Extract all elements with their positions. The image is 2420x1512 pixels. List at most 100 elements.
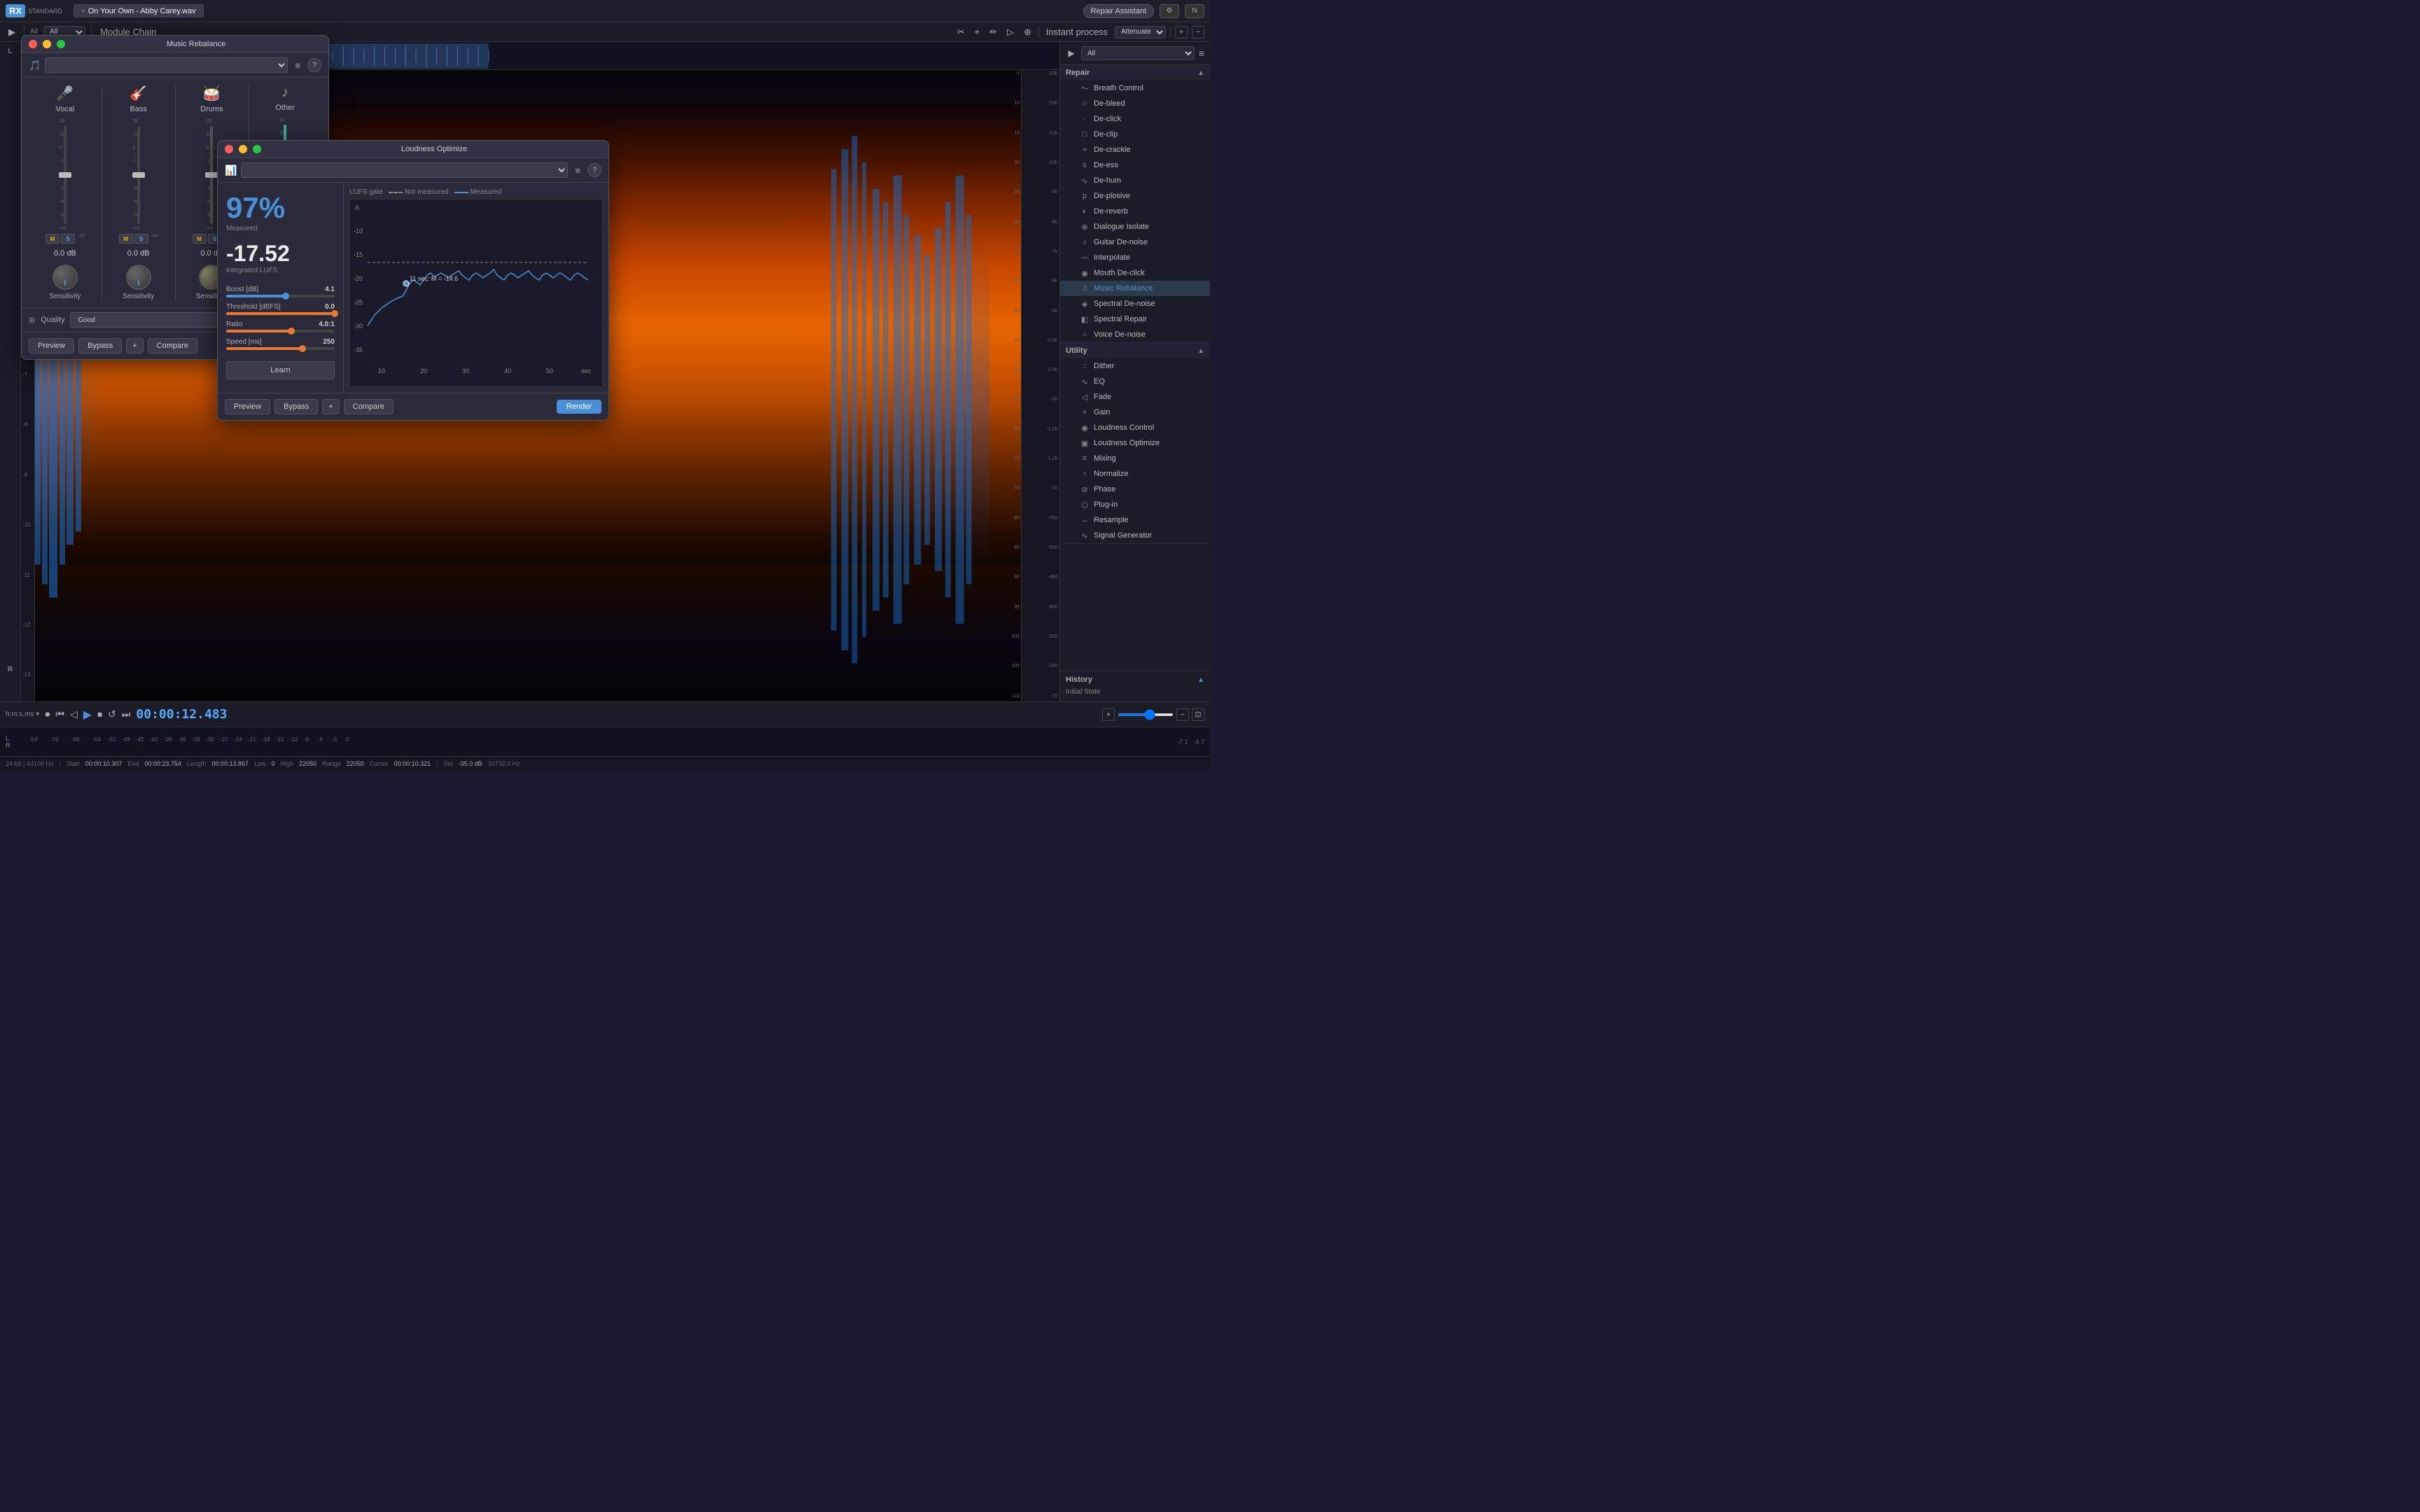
sidebar-item[interactable]: ◐ De-reverb	[1060, 204, 1210, 219]
mr-preset-menu-btn[interactable]: ≡	[292, 59, 303, 72]
mr-close-btn[interactable]	[29, 40, 37, 48]
lo-help-btn[interactable]: ?	[587, 163, 601, 177]
instant-process-select[interactable]: Attenuate	[1115, 26, 1166, 38]
lo-close-btn[interactable]	[225, 145, 233, 153]
transport-loop-btn[interactable]: ↺	[108, 708, 116, 720]
speed-slider-thumb[interactable]	[299, 345, 306, 352]
sidebar-section-utility-header[interactable]: Utility ▲	[1060, 343, 1210, 358]
sidebar-item[interactable]: ∿ EQ	[1060, 374, 1210, 389]
boost-slider-thumb[interactable]	[282, 293, 289, 300]
sidebar-item[interactable]: ≈ De-crackle	[1060, 142, 1210, 158]
vocal-sensitivity-knob[interactable]	[53, 265, 78, 290]
sidebar-item[interactable]: □ De-clip	[1060, 127, 1210, 142]
tool-lasso-btn[interactable]: ⌖	[972, 25, 982, 39]
zoom-fit-btn[interactable]: ⊡	[1192, 708, 1204, 721]
sidebar-menu-btn[interactable]: ≡	[1199, 48, 1204, 59]
sidebar-item[interactable]: ♪ Guitar De-noise	[1060, 234, 1210, 250]
bass-fader-handle[interactable]	[132, 172, 145, 178]
sidebar-item[interactable]: ▣ Loudness Optimize	[1060, 435, 1210, 451]
threshold-slider-thumb[interactable]	[331, 310, 338, 317]
tool-play-btn[interactable]: ▷	[1004, 25, 1017, 39]
transport-record-btn[interactable]: ⏺	[45, 708, 50, 720]
learn-btn[interactable]: Learn	[226, 361, 335, 379]
transport-play-btn[interactable]: ▶	[83, 708, 92, 722]
lo-preview-btn[interactable]: Preview	[225, 399, 270, 414]
mr-preset-select[interactable]	[45, 57, 288, 73]
zoom-out-vert-btn[interactable]: −	[1176, 708, 1189, 721]
drums-fader-track[interactable]	[210, 126, 213, 224]
sidebar-item[interactable]: · De-click	[1060, 111, 1210, 127]
sidebar-item[interactable]: ⊘ Phase	[1060, 482, 1210, 497]
bass-sensitivity-knob[interactable]	[126, 265, 151, 290]
sidebar-item[interactable]: ⊕ Dialogue Isolate	[1060, 219, 1210, 234]
sidebar-item[interactable]: ↑ Normalize	[1060, 466, 1210, 482]
sidebar-item[interactable]: ◉ Mouth De-click	[1060, 265, 1210, 281]
ratio-slider-thumb[interactable]	[288, 328, 295, 335]
sidebar-item[interactable]: ≡ Mixing	[1060, 451, 1210, 466]
transport-back-btn[interactable]: ◁	[70, 708, 78, 720]
sidebar-item[interactable]: ↔ Resample	[1060, 512, 1210, 528]
sidebar-item active[interactable]: ♫ Music Rebalance	[1060, 281, 1210, 296]
zoom-in-vert-btn[interactable]: +	[1102, 708, 1115, 721]
time-format-selector[interactable]: h:m:s.ms ▾	[6, 710, 39, 718]
lo-minimize-btn[interactable]	[239, 145, 247, 153]
lo-maximize-btn[interactable]	[253, 145, 261, 153]
bass-solo-btn[interactable]: S	[134, 234, 148, 244]
sidebar-item[interactable]: 〜 Breath Control	[1060, 80, 1210, 96]
sidebar-item[interactable]: ◈ Spectral De-noise	[1060, 296, 1210, 312]
sidebar-section-repair-header[interactable]: Repair ▲	[1060, 65, 1210, 80]
tool-paint-btn[interactable]: ✏	[987, 25, 1000, 39]
threshold-slider-track[interactable]	[226, 312, 335, 315]
sidebar-item[interactable]: :: Dither	[1060, 358, 1210, 374]
sidebar-item[interactable]: ⬡ Plug-in	[1060, 497, 1210, 512]
tab-close-icon[interactable]: ×	[81, 8, 85, 15]
vocal-mute-btn[interactable]: M	[46, 234, 60, 244]
lo-compare-btn[interactable]: Compare	[344, 399, 394, 414]
ratio-slider-track[interactable]	[226, 330, 335, 332]
repair-assistant-button[interactable]: Repair Assistant	[1083, 4, 1154, 18]
lo-plus-btn[interactable]: +	[322, 399, 339, 414]
transport-stop-btn[interactable]: ⏹	[97, 708, 102, 720]
sidebar-item[interactable]: ○ De-bleed	[1060, 96, 1210, 111]
lo-render-btn[interactable]: Render	[557, 400, 601, 414]
bass-fader-track[interactable]	[137, 126, 140, 224]
lo-preset-menu-btn[interactable]: ≡	[572, 164, 583, 177]
sidebar-item[interactable]: ◁ Fade	[1060, 389, 1210, 405]
mr-compare-btn[interactable]: Compare	[148, 338, 197, 354]
lo-preset-select[interactable]	[241, 162, 568, 178]
mr-minimize-btn[interactable]	[43, 40, 51, 48]
vocal-solo-btn[interactable]: S	[61, 234, 75, 244]
zoom-slider[interactable]	[1118, 713, 1174, 716]
history-expand-btn[interactable]: ▲	[1197, 676, 1204, 684]
mr-preview-btn[interactable]: Preview	[29, 338, 74, 354]
drums-mute-btn[interactable]: M	[193, 234, 207, 244]
mr-bypass-btn[interactable]: Bypass	[78, 338, 122, 354]
bass-mute-btn[interactable]: M	[119, 234, 133, 244]
play-range-btn[interactable]: ▶	[6, 25, 18, 39]
sidebar-item[interactable]: ∿ Signal Generator	[1060, 528, 1210, 543]
active-tab[interactable]: × On Your Own - Abby Carey.wav	[74, 4, 204, 18]
mr-maximize-btn[interactable]	[57, 40, 65, 48]
vocal-fader-handle[interactable]	[59, 172, 71, 178]
tool-zoom-btn[interactable]: ⊕	[1021, 25, 1034, 39]
sidebar-item[interactable]: ○ Voice De-noise	[1060, 327, 1210, 342]
zoom-in-btn[interactable]: +	[1175, 26, 1188, 38]
drums-fader-handle[interactable]	[205, 172, 218, 178]
boost-slider-track[interactable]	[226, 295, 335, 298]
sidebar-item[interactable]: ◧ Spectral Repair	[1060, 312, 1210, 327]
vocal-fader-track[interactable]	[64, 126, 67, 224]
ni-settings-icon[interactable]: ⚙	[1160, 4, 1179, 18]
zoom-out-btn[interactable]: −	[1192, 26, 1204, 38]
tool-select-btn[interactable]: ✂	[954, 25, 968, 39]
transport-next-btn[interactable]: ⏭	[122, 708, 131, 720]
transport-prev-btn[interactable]: ⏮	[55, 708, 64, 720]
mr-plus-btn[interactable]: +	[126, 338, 143, 354]
sidebar-play-btn[interactable]: ▶	[1066, 48, 1077, 59]
sidebar-filter-select[interactable]: All Repair Utility	[1081, 46, 1195, 60]
sidebar-item[interactable]: ∿ De-hum	[1060, 173, 1210, 188]
mr-help-btn[interactable]: ?	[307, 58, 321, 72]
sidebar-item[interactable]: — Interpolate	[1060, 250, 1210, 265]
sidebar-item[interactable]: ◉ Loudness Control	[1060, 420, 1210, 435]
sidebar-item[interactable]: + Gain	[1060, 405, 1210, 420]
lo-bypass-btn[interactable]: Bypass	[274, 399, 318, 414]
